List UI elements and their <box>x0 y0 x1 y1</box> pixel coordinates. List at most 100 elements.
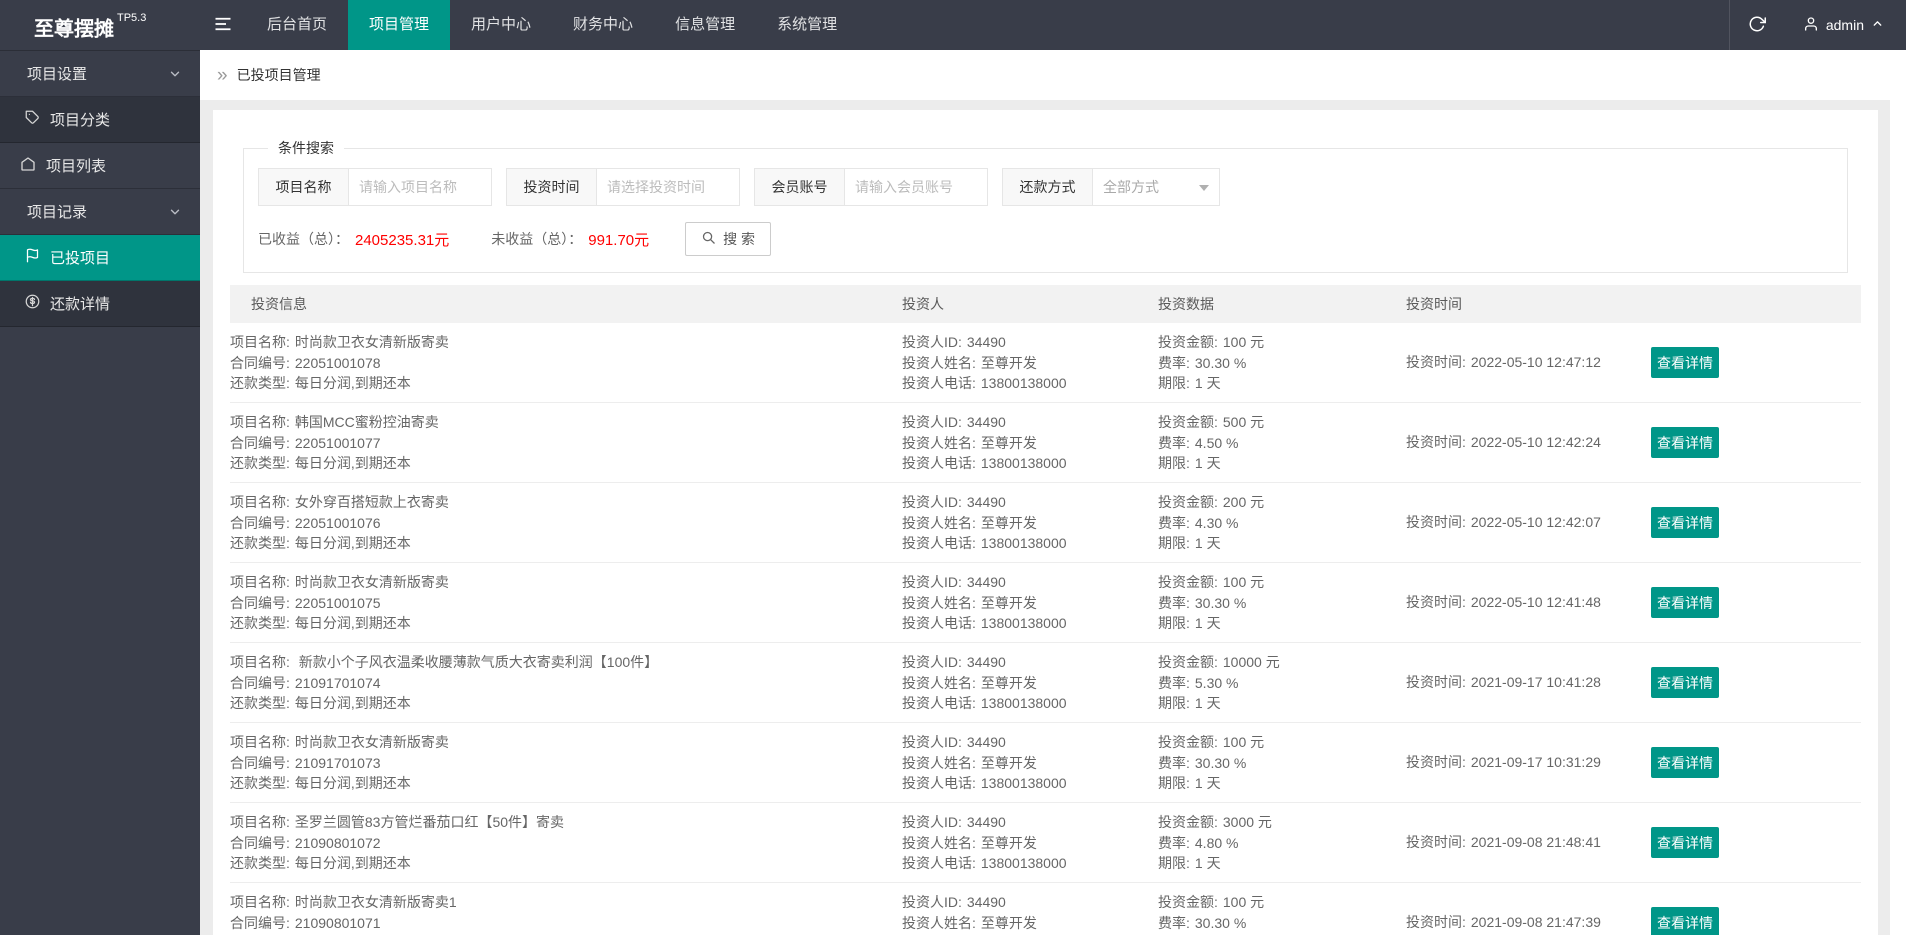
investor-name-field-label: 投资人姓名: <box>902 674 976 691</box>
rate-value: 30.30 % <box>1194 354 1247 371</box>
contract-no-value: 21090801071 <box>294 914 381 931</box>
sidebar-group-project-records[interactable]: 项目记录 <box>0 189 200 235</box>
amount-field-label: 投资金额: <box>1158 894 1218 910</box>
repay-type-field-label: 还款类型: <box>230 375 290 392</box>
nav-item-finance[interactable]: 财务中心 <box>552 0 654 50</box>
repay-type-value: 每日分润,到期还本 <box>294 695 411 712</box>
collapse-menu-button[interactable] <box>200 0 246 50</box>
investor-id-value: 34490 <box>966 494 1006 510</box>
investor-phone-value: 13800138000 <box>980 455 1067 472</box>
contract-no-field-label: 合同编号: <box>230 674 290 691</box>
view-detail-button[interactable]: 查看详情 <box>1651 747 1719 778</box>
table-row: 项目名称: 女外穿百搭短款上衣寄卖 合同编号: 22051001076 还款类型: 每… <box>230 483 1861 563</box>
project-name-field-label: 项目名称: <box>230 894 290 910</box>
investor-name-field-label: 投资人姓名: <box>902 354 976 371</box>
repay-method-label: 还款方式 <box>1003 169 1093 205</box>
project-name-value: 韩国MCC蜜粉控油寄卖 <box>294 414 439 430</box>
rate-value: 4.50 % <box>1194 434 1239 451</box>
contract-no-value: 21091701074 <box>294 674 381 691</box>
invest-time-field-group: 投资时间 <box>506 168 740 206</box>
top-bar: 至尊摆摊TP5.3 后台首页 项目管理 用户中心 财务中心 信息管理 系统管理 … <box>0 0 1906 50</box>
invest-time-input[interactable] <box>597 169 739 205</box>
invest-time-value: 2021-09-08 21:47:39 <box>1470 914 1601 931</box>
sidebar-item-project-list[interactable]: 项目列表 <box>0 143 200 189</box>
invest-time-field-label: 投资时间: <box>1406 674 1466 691</box>
investor-name-value: 至尊开发 <box>980 834 1037 851</box>
view-detail-button[interactable]: 查看详情 <box>1651 827 1719 858</box>
investor-phone-field-label: 投资人电话: <box>902 695 976 712</box>
table-row: 项目名称: 时尚款卫衣女清新版寄卖 合同编号: 21091701073 还款类型: 每… <box>230 723 1861 803</box>
breadcrumb: » 已投项目管理 <box>200 50 1890 100</box>
member-account-input[interactable] <box>845 169 987 205</box>
search-panel-legend: 条件搜索 <box>278 140 334 156</box>
sidebar-item-project-category[interactable]: 项目分类 <box>0 97 200 143</box>
actions-cell: 查看详情 <box>1646 483 1861 562</box>
view-detail-button[interactable]: 查看详情 <box>1651 667 1719 698</box>
view-detail-button[interactable]: 查看详情 <box>1651 427 1719 458</box>
earned-total-label: 已收益（总）： <box>258 231 349 247</box>
actions-cell: 查看详情 <box>1646 803 1861 882</box>
repay-method-select[interactable]: 全部方式 <box>1093 169 1219 205</box>
term-value: 1 天 <box>1194 455 1221 472</box>
rate-value: 4.30 % <box>1194 514 1239 531</box>
chevron-up-icon <box>1871 17 1884 33</box>
investor-id-value: 34490 <box>966 894 1006 910</box>
amount-value: 100 元 <box>1222 574 1265 590</box>
nav-item-project[interactable]: 项目管理 <box>348 0 451 50</box>
scrollbar[interactable] <box>1890 50 1906 935</box>
view-detail-button[interactable]: 查看详情 <box>1651 907 1719 935</box>
project-name-value: 时尚款卫衣女清新版寄卖 <box>294 734 449 750</box>
invest-data-cell: 投资金额: 3000 元 费率: 4.80 % 期限: 1 天 <box>1158 803 1406 882</box>
repay-type-field-label: 还款类型: <box>230 855 290 872</box>
amount-value: 100 元 <box>1222 334 1265 350</box>
investor-id-field-label: 投资人ID: <box>902 814 962 830</box>
nav-item-system[interactable]: 系统管理 <box>756 0 858 50</box>
user-menu[interactable]: admin <box>1785 0 1906 50</box>
investor-id-value: 34490 <box>966 734 1006 750</box>
actions-cell: 查看详情 <box>1646 403 1861 482</box>
repay-type-field-label: 还款类型: <box>230 775 290 792</box>
invest-time-field-label: 投资时间: <box>1406 354 1466 371</box>
refresh-button[interactable] <box>1728 0 1785 50</box>
project-name-input[interactable] <box>349 169 491 205</box>
project-name-field-label: 项目名称: <box>230 814 290 830</box>
repay-type-value: 每日分润,到期还本 <box>294 535 411 552</box>
investor-id-value: 34490 <box>966 654 1006 670</box>
search-icon <box>701 230 716 248</box>
sidebar-item-repayment-details[interactable]: 还款详情 <box>0 281 200 327</box>
chevron-down-icon <box>168 67 182 85</box>
investor-name-field-label: 投资人姓名: <box>902 834 976 851</box>
member-account-field-group: 会员账号 <box>754 168 988 206</box>
stats-row: 已收益（总）： 2405235.31元 未收益（总）： 991.70元 搜 索 <box>258 222 1833 256</box>
table-row: 项目名称: 新款小个子风衣温柔收腰薄款气质大衣寄卖利润【100件】 合同编号: 2… <box>230 643 1861 723</box>
invest-data-cell: 投资金额:100 元 费率:30.30 % 期限:1 天 <box>1158 883 1406 935</box>
rate-field-label: 费率: <box>1158 914 1190 931</box>
flag-icon <box>25 248 40 267</box>
col-header-invest-data: 投资数据 <box>1158 296 1214 312</box>
sidebar-item-invested-projects[interactable]: 已投项目 <box>0 235 200 281</box>
term-field-label: 期限: <box>1158 535 1190 552</box>
term-value: 1 天 <box>1194 695 1221 712</box>
view-detail-button[interactable]: 查看详情 <box>1651 347 1719 378</box>
view-detail-button[interactable]: 查看详情 <box>1651 507 1719 538</box>
nav-item-home[interactable]: 后台首页 <box>246 0 348 50</box>
repay-type-field-label: 还款类型: <box>230 455 290 472</box>
invest-time-field-label: 投资时间: <box>1406 754 1466 771</box>
investor-id-field-label: 投资人ID: <box>902 734 962 750</box>
nav-item-user[interactable]: 用户中心 <box>450 0 552 50</box>
view-detail-button[interactable]: 查看详情 <box>1651 587 1719 618</box>
repay-type-value: 每日分润,到期还本 <box>294 455 411 472</box>
investor-id-field-label: 投资人ID: <box>902 494 962 510</box>
investor-phone-value: 13800138000 <box>980 615 1067 632</box>
nav-item-info[interactable]: 信息管理 <box>654 0 756 50</box>
amount-value: 3000 元 <box>1222 814 1272 830</box>
invest-time-value: 2022-05-10 12:42:24 <box>1470 434 1601 451</box>
search-button[interactable]: 搜 索 <box>685 222 772 256</box>
term-field-label: 期限: <box>1158 455 1190 472</box>
sidebar-group-project-settings[interactable]: 项目设置 <box>0 51 200 97</box>
investor-phone-field-label: 投资人电话: <box>902 855 976 872</box>
invest-time-value: 2022-05-10 12:47:12 <box>1470 354 1601 371</box>
col-header-investor: 投资人 <box>902 296 944 312</box>
amount-value: 100 元 <box>1222 734 1265 750</box>
project-name-value: 新款小个子风衣温柔收腰薄款气质大衣寄卖利润【100件】 <box>294 654 659 670</box>
